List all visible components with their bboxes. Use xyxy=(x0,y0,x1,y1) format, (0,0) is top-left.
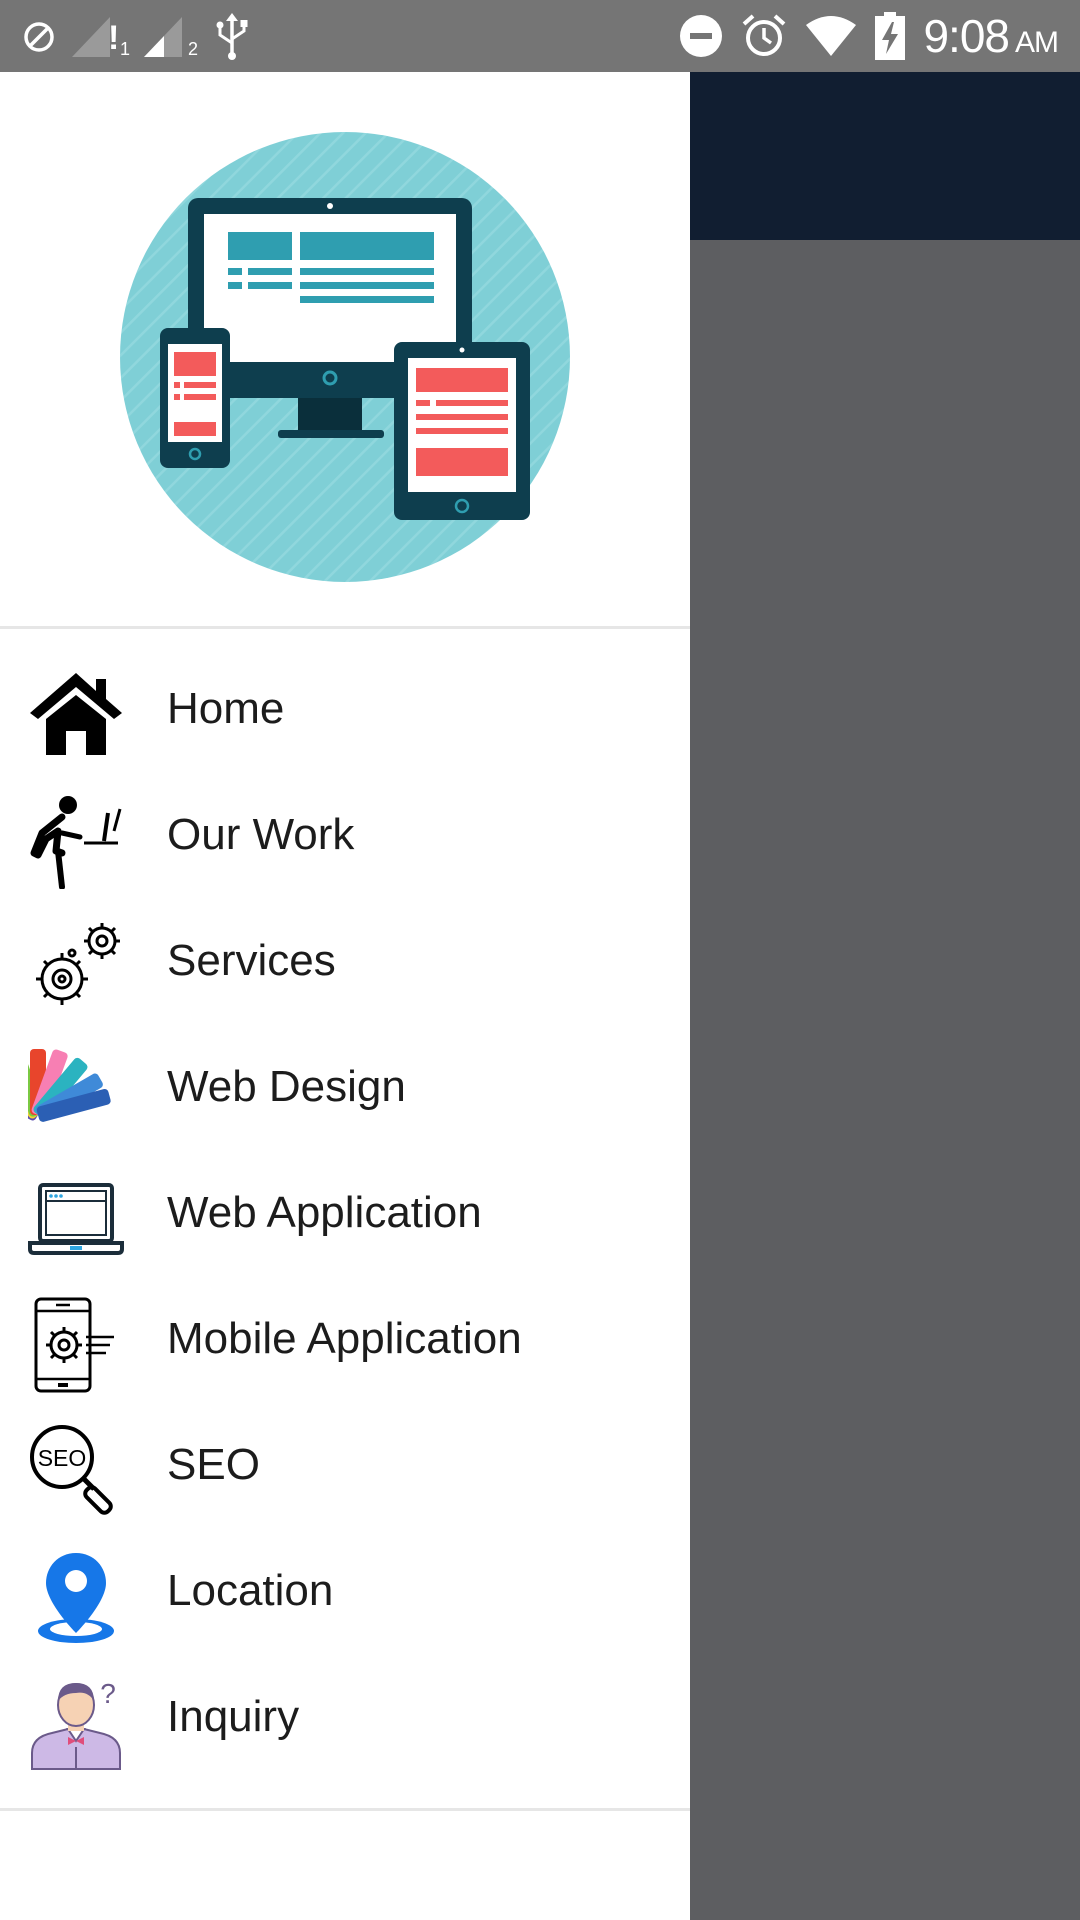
menu-item-inquiry[interactable]: ? Inquiry xyxy=(0,1654,690,1780)
wifi-icon xyxy=(806,16,857,56)
app-toolbar xyxy=(690,72,1080,240)
menu-item-web-design[interactable]: Web Design xyxy=(0,1024,690,1150)
menu-item-seo[interactable]: SEO SEO xyxy=(0,1402,690,1528)
minus-circle-icon xyxy=(680,15,723,57)
person-at-desk-icon xyxy=(30,796,122,889)
menu-item-web-application[interactable]: Web Application xyxy=(0,1150,690,1276)
menu-item-services[interactable]: Services xyxy=(0,898,690,1024)
location-pin-icon xyxy=(38,1553,114,1643)
sim-2-label: 2 xyxy=(188,39,199,59)
seo-magnifier-icon: SEO xyxy=(30,1425,113,1515)
status-bar: ! 1 2 9:08 AM xyxy=(0,0,1080,72)
battery-charging-icon xyxy=(875,12,906,60)
mobile-settings-icon xyxy=(34,1297,114,1393)
do-not-disturb-icon xyxy=(24,22,54,52)
menu-label-home: Home xyxy=(167,684,285,733)
menu-item-mobile-application[interactable]: Mobile Application xyxy=(0,1276,690,1402)
drawer-menu: Home Our Work Services Web Design Web Ap… xyxy=(0,646,690,1780)
header-divider xyxy=(0,626,690,629)
signal-2-icon: 2 xyxy=(142,15,200,59)
menu-label-services: Services xyxy=(167,936,336,985)
menu-item-location[interactable]: Location xyxy=(0,1528,690,1654)
alarm-icon xyxy=(743,14,786,56)
color-palette-icon xyxy=(28,1049,111,1122)
menu-label-inquiry: Inquiry xyxy=(167,1692,300,1741)
menu-label-web-design: Web Design xyxy=(167,1062,406,1111)
person-question-icon: ? xyxy=(31,1678,121,1770)
menu-item-home[interactable]: Home xyxy=(0,646,690,772)
navigation-drawer: Home Our Work Services Web Design Web Ap… xyxy=(0,72,690,1920)
menu-footer-divider xyxy=(0,1808,690,1811)
menu-label-location: Location xyxy=(167,1566,334,1615)
clock-time: 9:08 xyxy=(923,10,1010,62)
drawer-header xyxy=(0,72,690,626)
menu-label-seo: SEO xyxy=(167,1440,260,1489)
signal-alert-text: ! xyxy=(108,19,120,57)
signal-1-icon: ! 1 xyxy=(70,15,131,59)
drawer-scrim[interactable] xyxy=(690,240,1080,1920)
gears-icon xyxy=(36,923,120,1005)
menu-item-our-work[interactable]: Our Work xyxy=(0,772,690,898)
menu-label-our-work: Our Work xyxy=(167,810,355,859)
svg-text:?: ? xyxy=(100,1678,116,1709)
home-icon xyxy=(30,673,122,755)
clock: 9:08 AM xyxy=(923,9,1059,63)
laptop-icon xyxy=(28,1183,124,1255)
menu-label-web-application: Web Application xyxy=(167,1188,482,1237)
menu-label-mobile-application: Mobile Application xyxy=(167,1314,522,1363)
clock-ampm: AM xyxy=(1015,26,1059,59)
usb-icon xyxy=(216,13,248,60)
svg-text:SEO: SEO xyxy=(38,1445,87,1471)
sim-1-label: 1 xyxy=(120,39,131,59)
responsive-devices-logo xyxy=(120,132,570,582)
